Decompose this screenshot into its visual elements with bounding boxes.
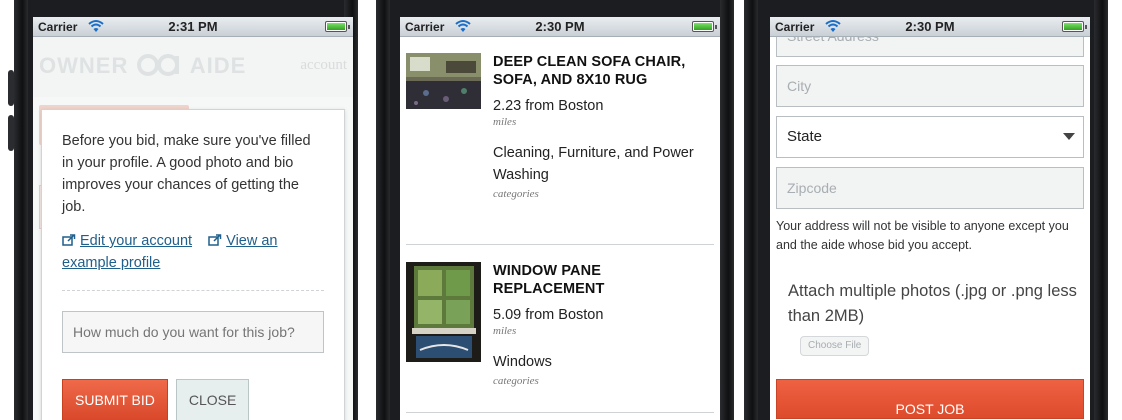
distance-unit-label: miles [493, 116, 517, 128]
job-info: WINDOW PANE REPLACEMENT 5.09 from Boston… [493, 262, 714, 387]
battery-icon [1062, 21, 1087, 32]
submit-bid-button[interactable]: SUBMIT BID [62, 379, 168, 420]
choose-file-button[interactable]: Choose File [800, 336, 870, 356]
job-categories: Cleaning, Furniture, and Power Washing [493, 145, 694, 183]
status-time: 2:30 PM [535, 19, 585, 34]
job-photo-sofa [406, 53, 481, 109]
job-categories: Windows [493, 354, 552, 370]
categories-label: categories [493, 375, 539, 387]
bid-modal: Before you bid, make sure you've filled … [41, 109, 345, 420]
post-job-button[interactable]: POST JOB [776, 379, 1084, 419]
chevron-down-icon [1063, 133, 1075, 140]
state-select-value: State [787, 128, 823, 145]
divider [62, 290, 324, 291]
list-divider [406, 412, 714, 413]
logo-mark-icon [137, 54, 180, 76]
list-divider [406, 244, 714, 245]
status-time: 2:31 PM [168, 19, 218, 34]
battery-icon [325, 21, 350, 32]
view-profile-label-1: View an [226, 233, 278, 249]
phone-2: Carrier 2:30 PM DEEP CLEAN SOFA CHAIR, S… [376, 0, 734, 420]
phone-3: Street Address Carrier 2:30 PM City Stat… [744, 0, 1108, 420]
edit-account-link[interactable]: Edit your account [62, 233, 192, 249]
logo-text-aide: AIDE [189, 53, 247, 78]
job-title: DEEP CLEAN SOFA CHAIR, SOFA, AND 8X10 RU… [493, 54, 686, 88]
view-profile-label-2: example profile [62, 255, 161, 271]
job-title: WINDOW PANE REPLACEMENT [493, 263, 605, 297]
bid-amount-input[interactable] [62, 311, 324, 353]
job-distance: 2.23 from Boston [493, 98, 604, 114]
job-distance: 5.09 from Boston [493, 307, 604, 323]
battery-icon [692, 21, 717, 32]
zipcode-input[interactable]: Zipcode [776, 167, 1084, 209]
address-privacy-note: Your address will not be visible to anyo… [776, 219, 1069, 252]
close-button[interactable]: CLOSE [175, 379, 250, 420]
app-logo[interactable]: OWNER AIDE [39, 53, 246, 79]
external-link-icon [62, 234, 76, 246]
external-link-icon [208, 234, 222, 246]
screen-1: Carrier 2:31 PM OWNER AIDE account Befor… [33, 17, 353, 420]
modal-message: Before you bid, make sure you've filled … [62, 133, 311, 215]
account-link[interactable]: account [300, 57, 347, 74]
phone-1: Carrier 2:31 PM OWNER AIDE account Befor… [8, 0, 358, 420]
distance-unit-label: miles [493, 325, 517, 337]
status-bar: Carrier 2:30 PM [400, 17, 720, 37]
screen-3: Street Address Carrier 2:30 PM City Stat… [770, 17, 1090, 420]
attach-photos-label: Attach multiple photos (.jpg or .png les… [788, 282, 1077, 325]
edit-account-label: Edit your account [80, 233, 193, 249]
modal-actions: SUBMIT BID CLOSE [62, 379, 324, 420]
status-bar: Carrier 2:30 PM [770, 17, 1090, 37]
logo-text-owner: OWNER [39, 53, 129, 78]
job-photo-window [406, 262, 481, 362]
city-input[interactable]: City [776, 65, 1084, 107]
screen-2: Carrier 2:30 PM DEEP CLEAN SOFA CHAIR, S… [400, 17, 720, 420]
status-bar: Carrier 2:31 PM [33, 17, 353, 37]
state-select[interactable]: State [776, 116, 1084, 158]
categories-label: categories [493, 188, 539, 200]
modal-links: Edit your account View an example profile [62, 230, 324, 274]
status-time: 2:30 PM [905, 19, 955, 34]
job-info: DEEP CLEAN SOFA CHAIR, SOFA, AND 8X10 RU… [493, 53, 714, 200]
stage: Carrier 2:31 PM OWNER AIDE account Befor… [0, 0, 1122, 420]
